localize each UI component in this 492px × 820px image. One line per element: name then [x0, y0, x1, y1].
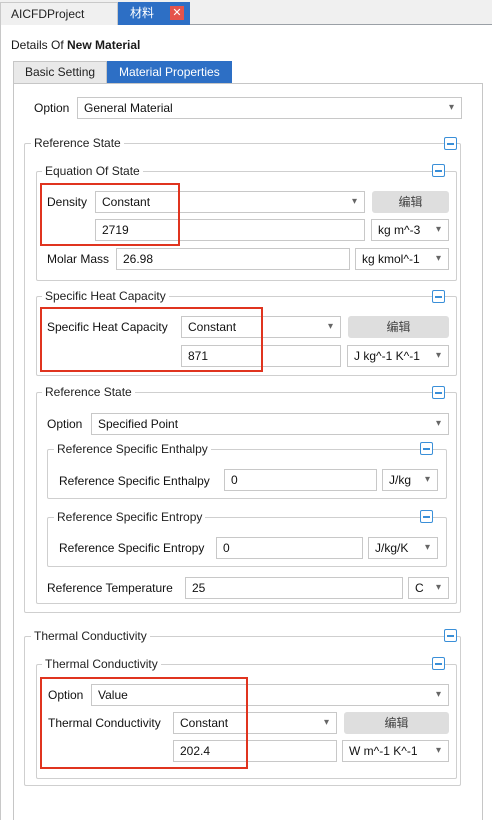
reference-state-inner-title: Reference State	[42, 385, 135, 399]
tab-material-label: 材料	[130, 6, 155, 20]
reference-state-outer-title: Reference State	[31, 136, 124, 150]
details-prefix: Details Of	[11, 38, 68, 52]
tab-material[interactable]: 材料 ✕	[118, 2, 190, 25]
reference-temperature-unit-select[interactable]: C	[408, 577, 449, 599]
thermal-conductivity-unit-select[interactable]: W m^-1 K^-1	[342, 740, 449, 762]
equation-of-state-title: Equation Of State	[42, 164, 143, 178]
collapse-thermal-conductivity-inner-icon[interactable]	[432, 657, 445, 670]
reference-option-label: Option	[47, 417, 83, 431]
enthalpy-input[interactable]: 0	[224, 469, 377, 491]
specific-heat-edit-button[interactable]: 编辑	[348, 316, 449, 338]
specific-heat-title: Specific Heat Capacity	[42, 289, 169, 303]
molar-mass-unit-select[interactable]: kg kmol^-1	[355, 248, 449, 270]
enthalpy-group-title: Reference Specific Enthalpy	[54, 442, 211, 456]
collapse-entropy-icon[interactable]	[420, 510, 433, 523]
specific-heat-unit-select[interactable]: J kg^-1 K^-1	[347, 345, 449, 367]
collapse-reference-state-icon[interactable]	[444, 137, 457, 150]
reference-temperature-label: Reference Temperature	[47, 581, 173, 595]
specific-heat-highlight-box	[40, 307, 263, 372]
tab-aicfd-project[interactable]: AICFDProject	[0, 2, 118, 25]
reference-temperature-input[interactable]: 25	[185, 577, 403, 599]
material-option-select[interactable]: General Material	[77, 97, 462, 119]
entropy-input[interactable]: 0	[216, 537, 363, 559]
material-name: New Material	[67, 38, 141, 52]
collapse-specific-heat-icon[interactable]	[432, 290, 445, 303]
details-title: Details Of New Material	[11, 38, 140, 52]
collapse-equation-of-state-icon[interactable]	[432, 164, 445, 177]
reference-option-select[interactable]: Specified Point	[91, 413, 449, 435]
tab-material-properties[interactable]: Material Properties	[107, 61, 232, 83]
entropy-label: Reference Specific Entropy	[59, 541, 205, 555]
thermal-conductivity-edit-button[interactable]: 编辑	[344, 712, 449, 734]
density-unit-select[interactable]: kg m^-3	[371, 219, 449, 241]
collapse-reference-state-inner-icon[interactable]	[432, 386, 445, 399]
molar-mass-label: Molar Mass	[47, 252, 110, 266]
enthalpy-unit-select[interactable]: J/kg	[382, 469, 438, 491]
tab-basic-setting[interactable]: Basic Setting	[13, 61, 108, 83]
thermal-conductivity-inner-title: Thermal Conductivity	[42, 657, 161, 671]
thermal-conductivity-highlight-box	[40, 677, 248, 769]
entropy-group-title: Reference Specific Entropy	[54, 510, 206, 524]
close-tab-icon[interactable]: ✕	[170, 6, 184, 20]
collapse-enthalpy-icon[interactable]	[420, 442, 433, 455]
thermal-conductivity-outer-title: Thermal Conductivity	[31, 629, 150, 643]
density-edit-button[interactable]: 编辑	[372, 191, 449, 213]
molar-mass-input[interactable]: 26.98	[116, 248, 350, 270]
entropy-unit-select[interactable]: J/kg/K	[368, 537, 438, 559]
collapse-thermal-conductivity-icon[interactable]	[444, 629, 457, 642]
material-option-label: Option	[34, 101, 70, 115]
density-highlight-box	[40, 183, 180, 246]
enthalpy-label: Reference Specific Enthalpy	[59, 474, 210, 488]
